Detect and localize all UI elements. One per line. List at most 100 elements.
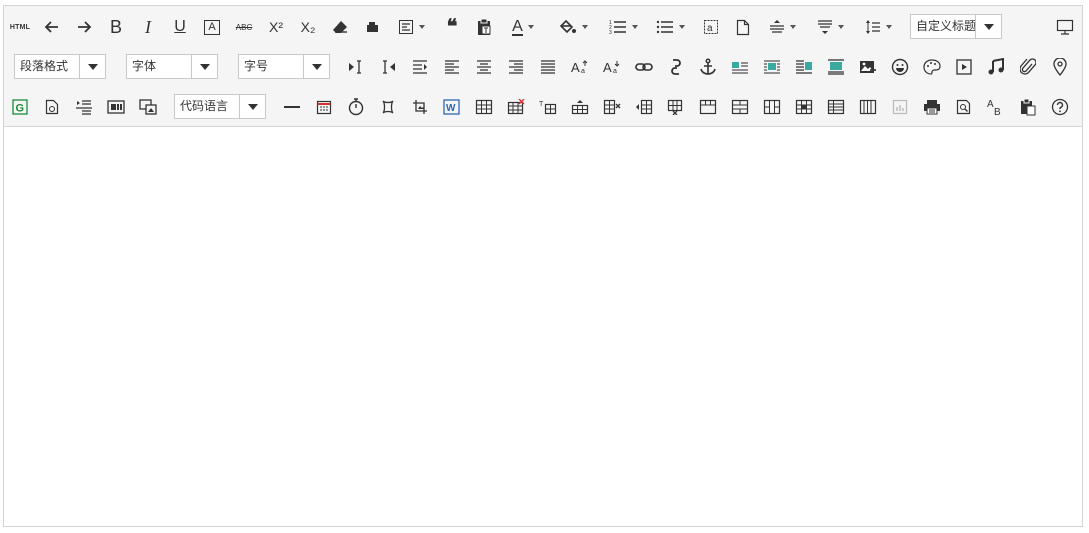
chevron-down-icon[interactable] [303,55,329,78]
chevron-down-icon[interactable] [975,15,1001,38]
directionltr-button[interactable] [345,55,367,79]
chevron-down-icon[interactable] [79,55,105,78]
searchreplace-button[interactable] [953,95,975,119]
snapscreen-button[interactable] [409,95,431,119]
background-icon [107,100,125,114]
splittocells-button[interactable] [793,95,815,119]
justifycenter-button[interactable] [473,55,495,79]
horizontal-button[interactable] [281,95,303,119]
strikethrough-button[interactable]: ABC [233,15,255,39]
music-button[interactable] [985,55,1007,79]
justifyleft-button[interactable] [441,55,463,79]
undo-button[interactable] [41,15,63,39]
deleterow-button[interactable] [601,95,623,119]
paragraph-select[interactable]: 段落格式 [14,54,106,79]
time-button[interactable] [345,95,367,119]
formatmatch-button[interactable] [361,15,383,39]
pasteplain-button[interactable] [473,15,495,39]
unordered-list-icon [656,20,673,34]
justifyjustify-button[interactable] [537,55,559,79]
attachment-button[interactable] [1017,55,1039,79]
redo-button[interactable] [73,15,95,39]
sequence-button[interactable]: AB [985,95,1007,119]
insertframe-button[interactable] [41,95,63,119]
chevron-down-icon[interactable] [191,55,217,78]
deletetable-button[interactable] [505,95,527,119]
cleardoc-button[interactable] [732,15,754,39]
insertrow-button[interactable] [569,95,591,119]
insertcode-button[interactable] [73,95,95,119]
italic-button[interactable]: I [137,15,159,39]
fontfamily-select[interactable]: 字体 [126,54,218,79]
link-button[interactable] [633,55,655,79]
help-button[interactable] [1049,95,1071,119]
deletecol-button[interactable] [665,95,687,119]
backcolor-button[interactable] [555,15,591,39]
customstyle-value: 自定义标题 [916,19,975,33]
superscript-button[interactable]: X² [265,15,287,39]
insertparagraphbeforetable-button[interactable]: T [537,95,559,119]
insertorderedlist-button[interactable]: 123 [605,15,641,39]
lineheight-button[interactable] [860,15,896,39]
svg-text:T: T [539,101,544,108]
imagecenter-button[interactable] [825,55,847,79]
rowspacingbottom-button[interactable] [812,15,848,39]
insertunorderedlist-button[interactable] [652,15,688,39]
fontborder-label: A [204,19,220,35]
splittocols-button[interactable] [857,95,879,119]
insertvideo-button[interactable] [953,55,975,79]
indent-button[interactable] [409,55,431,79]
spechars-button[interactable] [377,95,399,119]
splittorows-button[interactable] [825,95,847,119]
imagenone-button[interactable] [729,55,751,79]
fontborder-button[interactable]: A [201,15,223,39]
anchor-button[interactable] [697,55,719,79]
source-html-button[interactable]: HTML [9,15,31,39]
bold-button[interactable]: B [105,15,127,39]
underline-button[interactable]: U [169,15,191,39]
gmap-button[interactable]: G [9,95,31,119]
selectall-button[interactable]: a [700,15,722,39]
emotion-button[interactable] [889,55,911,79]
template-button[interactable] [137,95,159,119]
merge-cells-icon [699,99,717,115]
inserttable-button[interactable] [473,95,495,119]
insertcol-button[interactable] [633,95,655,119]
touppercase-button[interactable]: Aa [569,55,591,79]
split-cells-icon [795,99,813,115]
autotypeset-button[interactable] [393,15,429,39]
customstyle-select[interactable]: 自定义标题 [910,14,1002,39]
mergedown-button[interactable] [761,95,783,119]
subscript-button[interactable]: X₂ [297,15,319,39]
print-button[interactable] [921,95,943,119]
imageleft-button[interactable] [761,55,783,79]
directionrtl-button[interactable] [377,55,399,79]
unlink-button[interactable] [665,55,687,79]
charts-button[interactable] [889,95,911,119]
preview-button[interactable] [1054,15,1076,39]
rowspacingtop-button[interactable] [764,15,800,39]
fontsize-select[interactable]: 字号 [238,54,330,79]
forecolor-button[interactable]: A [505,15,541,39]
removeformat-button[interactable] [329,15,351,39]
paste-button[interactable] [1017,95,1039,119]
imageright-button[interactable] [793,55,815,79]
mergeright-button[interactable] [729,95,751,119]
justifyright-button[interactable] [505,55,527,79]
background-button[interactable] [105,95,127,119]
chevron-down-icon[interactable] [239,95,265,118]
date-button[interactable] [313,95,335,119]
unlink-icon [671,59,681,75]
scrawl-button[interactable] [921,55,943,79]
map-button[interactable] [1049,55,1071,79]
codelanguage-value: 代码语言 [180,99,229,113]
editor-content-area[interactable] [4,127,1082,526]
blockquote-button[interactable]: ❝ [441,15,463,39]
wordimage-button[interactable]: W [441,95,463,119]
forecolor-label: A [512,17,523,36]
insertimage-button[interactable] [857,55,879,79]
svg-text:3: 3 [609,30,612,35]
mergecells-button[interactable] [697,95,719,119]
codelanguage-select[interactable]: 代码语言 [174,94,266,119]
tolowercase-button[interactable]: Aa [601,55,623,79]
